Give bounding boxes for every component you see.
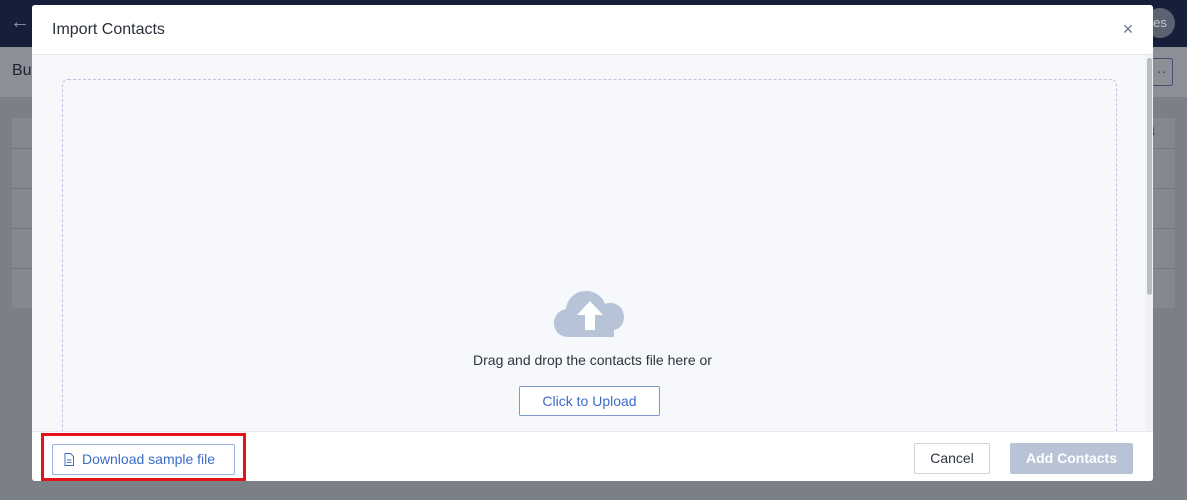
- modal-header: Import Contacts ×: [32, 5, 1153, 55]
- highlight-annotation-box: [41, 433, 246, 481]
- cloud-upload-icon: [554, 291, 624, 337]
- page-title: Bu: [12, 62, 32, 79]
- close-icon[interactable]: ×: [1120, 19, 1136, 39]
- add-contacts-button[interactable]: Add Contacts: [1010, 443, 1133, 474]
- click-to-upload-button[interactable]: Click to Upload: [519, 386, 660, 416]
- modal-title: Import Contacts: [52, 21, 165, 38]
- cancel-button[interactable]: Cancel: [914, 443, 990, 474]
- more-options-button[interactable]: ··: [1150, 58, 1173, 86]
- dropzone-instructions: Drag and drop the contacts file here or: [473, 352, 712, 368]
- import-contacts-modal: Import Contacts × Drag and drop the cont…: [32, 5, 1153, 481]
- scrollbar-thumb[interactable]: [1147, 58, 1152, 295]
- back-arrow-icon[interactable]: ←: [10, 10, 30, 34]
